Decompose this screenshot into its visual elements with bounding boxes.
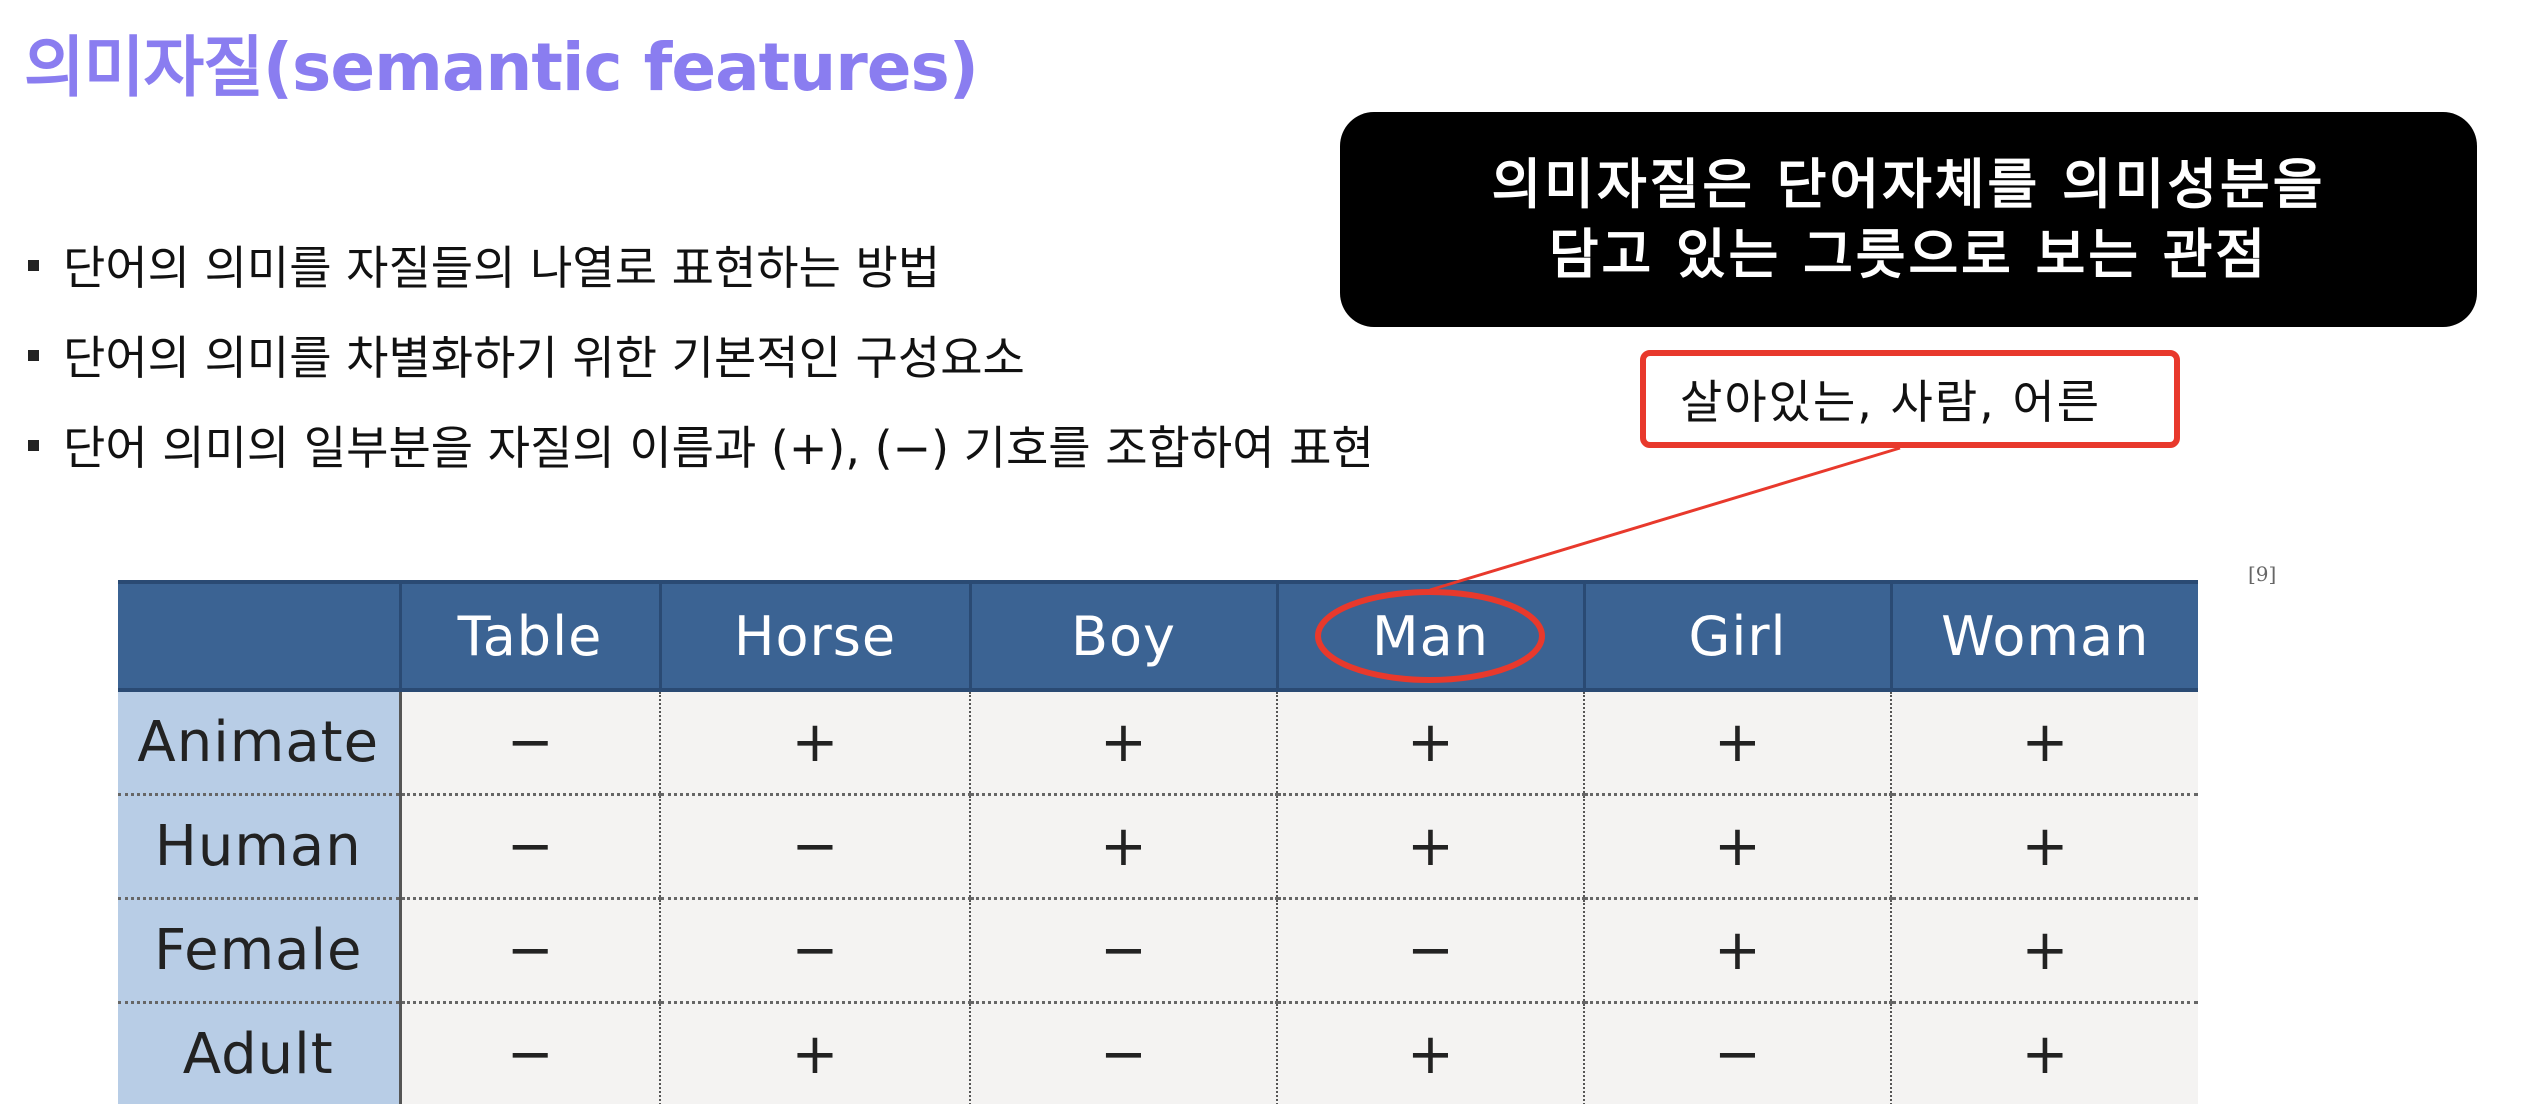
bullet-marker-icon [28,439,39,451]
table-cell: − [1583,1002,1891,1104]
table-cell: + [659,1002,970,1104]
table-cell: − [969,1002,1277,1104]
column-header: Horse [658,580,970,692]
bullet-marker-icon [28,259,39,271]
annotation-box: 살아있는, 사람, 어른 [1640,350,2180,448]
column-header: Table [398,580,660,692]
table-cell: + [969,794,1277,900]
table-row: Adult − + − + − + [118,1002,2198,1104]
header-corner-cell [118,580,400,692]
callout-line: 담고 있는 그릇으로 보는 관점 [1548,222,2269,286]
row-header: Human [118,794,400,900]
row-header: Female [118,898,400,1004]
bullet-text: 단어 의미의 일부분을 자질의 이름과 (+), (−) 기호를 조합하여 표현 [63,421,1374,475]
table-header-row: Table Horse Boy Man Girl Woman [118,580,2198,692]
semantic-feature-table: Table Horse Boy Man Girl Woman Animate −… [118,580,2198,1104]
column-header: Man [1275,580,1584,692]
page-title: 의미자질(semantic features) [24,29,979,106]
table-row: Human − − + + + + [118,794,2198,900]
column-header: Woman [1889,580,2198,692]
column-header: Girl [1582,580,1891,692]
bullet-item: 단어의 의미를 자질들의 나열로 표현하는 방법 [24,220,1374,310]
table-cell: − [659,898,970,1004]
slide: 의미자질(semantic features) 단어의 의미를 자질들의 나열로… [0,0,2538,1104]
column-header: Boy [968,580,1277,692]
table-cell: − [398,690,660,796]
bullet-item: 단어 의미의 일부분을 자질의 이름과 (+), (−) 기호를 조합하여 표현 [24,400,1374,490]
table-cell: − [398,898,660,1004]
table-cell: − [969,898,1277,1004]
table-cell: − [659,794,970,900]
table-cell: + [1890,794,2198,900]
table-cell: + [1890,898,2198,1004]
bullet-item: 단어의 의미를 차별화하기 위한 기본적인 구성요소 [24,310,1374,400]
table-cell: + [1276,690,1584,796]
reference-marker: [9] [2248,562,2277,586]
row-header: Animate [118,690,400,796]
callout-line: 의미자질은 단어자체를 의미성분을 [1491,152,2326,216]
table-cell: + [1276,1002,1584,1104]
table-cell: + [659,690,970,796]
table-cell: − [1276,898,1584,1004]
table-row: Animate − + + + + + [118,690,2198,796]
bullet-list: 단어의 의미를 자질들의 나열로 표현하는 방법 단어의 의미를 차별화하기 위… [24,220,1374,490]
definition-callout: 의미자질은 단어자체를 의미성분을 담고 있는 그릇으로 보는 관점 [1340,112,2477,327]
connector-line [1429,446,1901,592]
table-row: Female − − − − + + [118,898,2198,1004]
table-cell: − [398,794,660,900]
table-cell: + [1890,1002,2198,1104]
table-cell: + [1583,794,1891,900]
row-header: Adult [118,1002,400,1104]
table-cell: − [398,1002,660,1104]
bullet-marker-icon [28,349,39,361]
bullet-text: 단어의 의미를 차별화하기 위한 기본적인 구성요소 [63,331,1025,385]
table-cell: + [969,690,1277,796]
table-cell: + [1583,690,1891,796]
table-cell: + [1583,898,1891,1004]
bullet-text: 단어의 의미를 자질들의 나열로 표현하는 방법 [63,241,941,295]
table-cell: + [1890,690,2198,796]
table-cell: + [1276,794,1584,900]
